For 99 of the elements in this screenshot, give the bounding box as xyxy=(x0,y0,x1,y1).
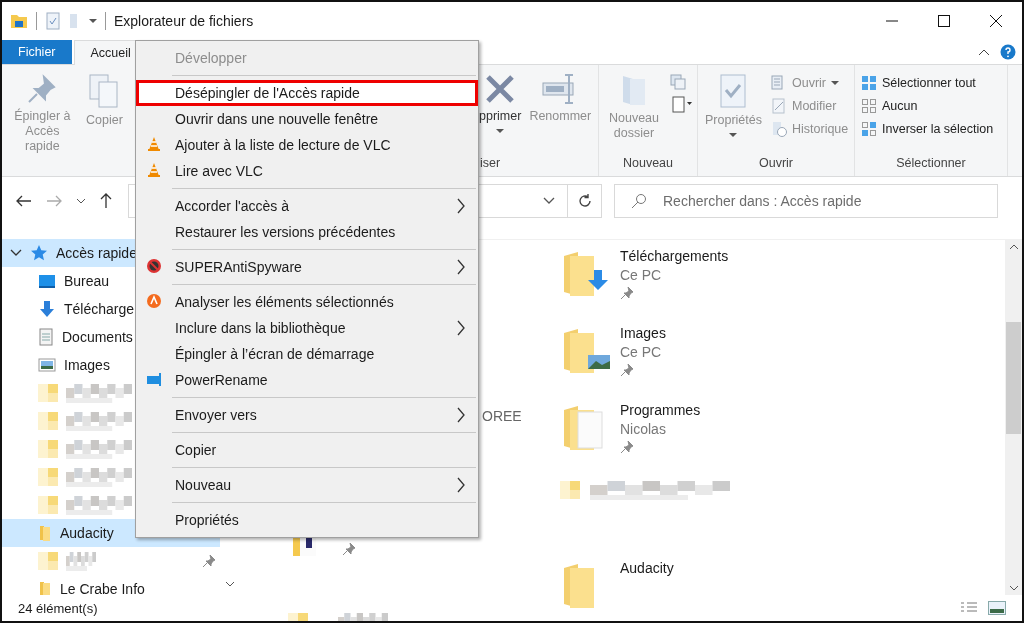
customize-caret-icon xyxy=(89,18,97,24)
menu-item[interactable]: Nouveau xyxy=(136,472,478,498)
pixelated-label xyxy=(66,466,132,488)
window-title: Explorateur de fichiers xyxy=(114,13,254,29)
close-icon xyxy=(990,15,1002,27)
delete-button[interactable]: pprimer xyxy=(476,71,525,156)
star-icon xyxy=(30,244,48,262)
chevron-down-icon xyxy=(76,198,86,204)
folder-tile[interactable]: Programmes Nicolas xyxy=(560,402,980,479)
pixelated-label xyxy=(66,410,132,432)
folder-tile[interactable]: Audacity xyxy=(560,556,980,621)
pixelated-icon xyxy=(38,438,58,460)
traffic-cone-icon xyxy=(146,162,162,178)
pixelated-icon xyxy=(38,494,58,516)
pin-icon xyxy=(202,554,216,568)
antivirus-icon xyxy=(146,293,162,309)
back-button[interactable] xyxy=(14,193,34,209)
pixelated-label xyxy=(66,494,132,516)
search-icon xyxy=(631,193,647,209)
nav-item[interactable]: Le Crabe Info xyxy=(2,575,220,595)
dropdown-caret-icon xyxy=(831,80,839,86)
help-icon xyxy=(1000,44,1016,60)
collapse-ribbon-icon xyxy=(978,48,990,56)
file-menu-button[interactable]: Fichier xyxy=(2,40,72,64)
pixelated-label xyxy=(66,438,132,460)
menu-item[interactable]: Lire avec VLC xyxy=(136,158,478,184)
picture-icon xyxy=(38,357,56,373)
menu-item[interactable]: Copier xyxy=(136,437,478,463)
menu-item[interactable]: Analyser les éléments sélectionnés xyxy=(136,289,478,315)
properties-icon xyxy=(45,12,61,30)
menu-item[interactable]: Ajouter à la liste de lecture de VLC xyxy=(136,132,478,158)
pixelated-icon xyxy=(560,479,580,501)
folder-icon xyxy=(620,73,648,107)
forward-arrow-icon xyxy=(46,195,62,207)
scroll-down-icon xyxy=(225,581,235,587)
delete-icon xyxy=(484,73,517,105)
prohibited-bug-icon xyxy=(146,258,162,274)
select-all-icon xyxy=(861,75,877,91)
folder-icon xyxy=(38,580,52,595)
pin-icon xyxy=(620,286,634,300)
download-icon xyxy=(38,300,56,318)
pin-icon xyxy=(620,363,634,377)
document-icon xyxy=(38,328,54,346)
pin-icon xyxy=(620,440,634,454)
scroll-down-icon xyxy=(1008,585,1019,591)
item-count: 24 élément(s) xyxy=(18,600,98,616)
file-explorer-icon xyxy=(10,13,28,29)
menu-item[interactable]: Ouvrir dans une nouvelle fenêtre xyxy=(136,106,478,132)
chevron-down-icon xyxy=(10,249,22,257)
recent-locations-button[interactable] xyxy=(74,196,88,206)
menu-item[interactable]: Désépingler de l'Accès rapide xyxy=(136,80,478,106)
group-label: Ouvrir xyxy=(759,156,793,172)
menu-item[interactable]: Accorder l'accès à xyxy=(136,193,478,219)
search-box[interactable]: Rechercher dans : Accès rapide xyxy=(614,184,998,218)
tile-title: OREE xyxy=(482,408,522,426)
copy-icon xyxy=(88,73,121,109)
menu-item[interactable]: PowerRename xyxy=(136,367,478,393)
pixelated-label xyxy=(66,382,132,404)
select-all-button[interactable]: Sélectionner tout xyxy=(859,73,996,93)
scrollbar[interactable] xyxy=(1005,240,1022,595)
properties-icon xyxy=(719,73,748,109)
refresh-button[interactable] xyxy=(568,184,602,218)
folder-tile[interactable]: Téléchargements Ce PC xyxy=(560,248,980,325)
dropdown-caret-icon xyxy=(729,132,738,138)
refresh-icon xyxy=(576,193,593,209)
easy-access-icon xyxy=(669,94,693,114)
back-arrow-icon xyxy=(16,195,32,207)
pixelated-icon xyxy=(38,382,58,404)
group-label: Sélectionner xyxy=(896,156,966,172)
edit-icon xyxy=(771,98,787,114)
up-button[interactable] xyxy=(98,191,114,211)
menu-item[interactable]: Épingler à l’écran de démarrage xyxy=(136,341,478,367)
history-icon xyxy=(771,121,787,137)
dropdown-caret-icon xyxy=(496,128,505,134)
maximize-icon xyxy=(938,15,950,27)
details-view-icon xyxy=(960,601,978,615)
folder-tile[interactable]: Images Ce PC xyxy=(560,325,980,402)
scroll-up-icon xyxy=(1008,244,1019,250)
search-field[interactable]: Rechercher dans : Accès rapide xyxy=(661,192,965,210)
select-none-icon xyxy=(861,98,877,114)
pixelated-label xyxy=(66,550,96,572)
invert-selection-button[interactable]: Inverser la sélection xyxy=(859,119,996,139)
traffic-cone-icon xyxy=(146,136,162,152)
folder-icon xyxy=(38,524,52,542)
select-none-button[interactable]: Aucun xyxy=(859,96,996,116)
chevron-down-icon xyxy=(543,197,555,205)
group-label: iser xyxy=(480,156,501,172)
group-label: Nouveau xyxy=(622,156,673,172)
pixelated-icon xyxy=(38,466,58,488)
rename-tool-icon xyxy=(146,371,164,387)
up-arrow-icon xyxy=(100,193,112,209)
menu-item[interactable]: Envoyer vers xyxy=(136,402,478,428)
desktop-icon xyxy=(38,273,56,289)
pixelated-icon xyxy=(38,410,58,432)
pixelated-icon xyxy=(38,550,58,572)
menu-item[interactable]: Inclure dans la bibliothèque xyxy=(136,315,478,341)
large-icons-view-icon xyxy=(988,601,1006,615)
invert-selection-icon xyxy=(861,121,877,137)
forward-button[interactable] xyxy=(44,193,64,209)
